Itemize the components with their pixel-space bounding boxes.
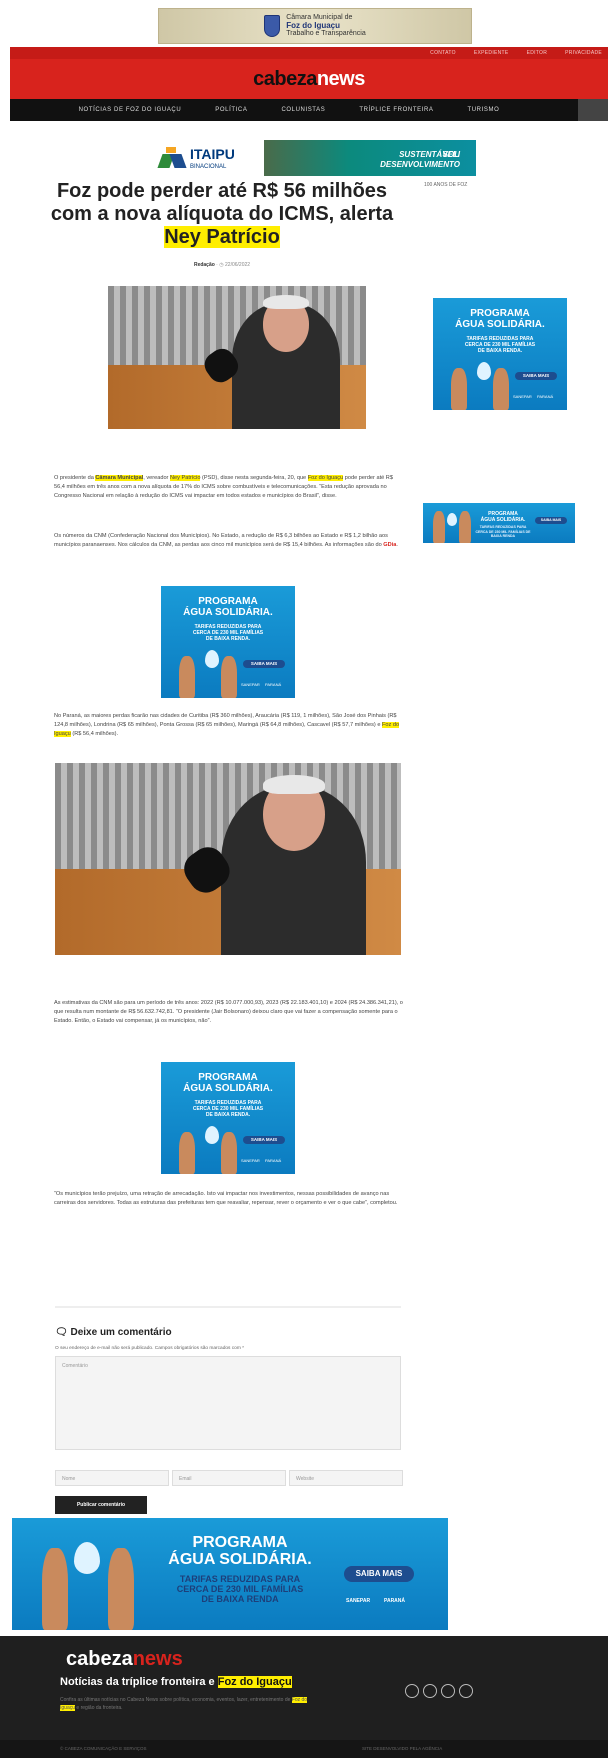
camara-banner-ad[interactable]: Câmara Municipal de Foz do Iguaçu Trabal… [158,8,472,44]
agua-cta[interactable]: SAIBA MAIS [243,1136,285,1144]
comments-note: O seu endereço de e-mail não será public… [55,1346,245,1351]
twitter-icon[interactable] [441,1684,455,1698]
youtube-icon[interactable] [459,1684,473,1698]
water-drop-icon [477,362,491,380]
water-drop-icon [447,513,457,526]
bottom-bar: © CABEZA COMUNICAÇÃO E SERVIÇOS SITE DES… [0,1740,608,1758]
util-link-editor[interactable]: EDITOR [527,50,548,56]
site-footer: cabezanews Notícias da tríplice fronteir… [0,1636,608,1740]
submit-comment-button[interactable]: Publicar comentário [55,1496,147,1514]
parana-logo: PARANÁ [265,682,282,687]
util-link-expediente[interactable]: EXPEDIENTE [474,50,509,56]
article-date: 22/06/2022 [225,262,251,268]
sanepar-logo: SANEPAR [513,394,532,399]
banner-line3: Trabalho e Transparência [286,30,366,37]
utility-links: CONTATO EXPEDIENTE EDITOR PRIVACIDADE [10,47,608,59]
nav-item-triplice[interactable]: TRÍPLICE FRONTEIRA [359,107,433,113]
sanepar-logo: SANEPAR [241,682,260,687]
agua-cta[interactable]: SAIBA MAIS [535,517,567,524]
article-photo-2 [55,763,401,955]
footer-title: Notícias da tríplice fronteira e Foz do … [60,1676,292,1688]
paragraph-5: “Os municípios terão prejuízo, uma retra… [54,1191,398,1206]
website-field[interactable]: Website [289,1470,403,1486]
inline-agua-ad-1[interactable]: PROGRAMA ÁGUA SOLIDÁRIA. TARIFAS REDUZIDA… [161,586,295,698]
itaipu-brand: ITAIPU [190,146,235,162]
inline-agua-ad-2[interactable]: PROGRAMA ÁGUA SOLIDÁRIA. TARIFAS REDUZIDA… [161,1062,295,1174]
p2-segment: Os números da CNM (Confederação Nacional… [54,533,388,548]
copyright: © CABEZA COMUNICAÇÃO E SERVIÇOS [60,1746,147,1751]
comments-title: 🗨 Deixe um comentário [55,1327,172,1338]
comment-icon: 🗨 [55,1327,68,1338]
footer-logo[interactable]: cabezanews [66,1648,183,1671]
util-link-contato[interactable]: CONTATO [430,50,456,56]
itaipu-slogan2: SUSTENTÁVEL. [399,150,460,159]
sidebar-agua-ad-wide[interactable]: PROGRAMA ÁGUA SOLIDÁRIA. TARIFAS REDUZIDA… [423,503,575,543]
name-field[interactable]: Nome [55,1470,169,1486]
nav-item-politica[interactable]: POLÍTICA [215,107,247,113]
parana-logo: PARANÁ [265,1158,282,1163]
footer-description: Confira as últimas notícias no Cabeza Ne… [60,1697,308,1711]
banner-line1: Câmara Municipal de [286,14,353,21]
article-author[interactable]: Redação [194,262,215,268]
clock-icon: ◷ [219,262,224,268]
util-link-privacidade[interactable]: PRIVACIDADE [565,50,602,56]
parana-logo: PARANÁ [384,1598,406,1604]
parana-logo: PARANÁ [537,394,554,399]
sanepar-logo: SANEPAR [241,1158,260,1163]
paragraph-4: As estimativas da CNM são para um períod… [54,1000,403,1024]
instagram-icon[interactable] [423,1684,437,1698]
agua-cta[interactable]: SAIBA MAIS [515,372,557,380]
bottom-agua-ad[interactable]: PROGRAMA ÁGUA SOLIDÁRIA. TARIFAS REDUZIDA… [12,1518,448,1630]
p1-segment[interactable]: Ney Patrício [169,475,201,481]
article-title: Foz pode perder até R$ 56 milhões com a … [50,180,394,248]
article-meta: Redação · ◷ 22/06/2022 [193,262,251,268]
itaipu-flag-icon [157,147,187,169]
paragraph-3: No Paraná, as maiores perdas ficarão nas… [54,712,404,739]
p1-segment: , vereador [143,475,170,481]
sidebar-agua-ad[interactable]: PROGRAMA ÁGUA SOLIDÁRIA. TARIFAS REDUZIDA… [433,298,567,410]
agua-cta[interactable]: SAIBA MAIS [344,1566,414,1582]
section-divider [55,1306,401,1308]
site-logo[interactable]: cabezanews [253,68,365,91]
p3-segment: (R$ 56,4 milhões). [70,731,119,737]
p1-segment[interactable]: Câmara Municipal [95,475,144,481]
paragraph-1: O presidente da Câmara Municipal, veread… [54,474,404,501]
article-photo-1 [108,286,366,429]
facebook-icon[interactable] [405,1684,419,1698]
p2-segment: . [396,542,398,548]
main-nav: NOTÍCIAS DE FOZ DO IGUAÇU POLÍTICA COLUN… [10,99,608,121]
p3-segment: No Paraná, as maiores perdas ficarão nas… [54,713,397,728]
sanepar-logo: SANEPAR [346,1598,371,1604]
comment-textarea[interactable]: Comentário [55,1356,401,1450]
water-drop-icon [205,1126,219,1144]
email-field[interactable]: Email [172,1470,286,1486]
logo-bar: cabezanews [10,59,608,99]
coat-of-arms-icon [264,15,281,37]
developer-credit[interactable]: SITE DESENVOLVIDO PELA AGÊNCIA [362,1746,442,1751]
p2-segment[interactable]: GDia [383,542,396,548]
paragraph-2: Os números da CNM (Confederação Nacional… [54,532,404,550]
p1-segment: (PSD), disse nesta segunda-feira, 20, qu… [200,475,308,481]
nav-item-foz[interactable]: NOTÍCIAS DE FOZ DO IGUAÇU [79,107,182,113]
itaipu-brand-sub: BINACIONAL [190,164,227,170]
p1-segment: O presidente da [54,475,96,481]
itaipu-ad[interactable]: ITAIPU BINACIONAL SOU DESENVOLVIMENTO SUS… [157,140,476,176]
nav-item-turismo[interactable]: TURISMO [467,107,499,113]
water-drop-icon [74,1542,100,1574]
breadcrumb[interactable]: 100 ANOS DE FOZ [424,182,467,188]
p1-segment[interactable]: Foz do Iguaçu [307,475,344,481]
nav-item-colunistas[interactable]: COLUNISTAS [281,107,325,113]
agua-cta[interactable]: SAIBA MAIS [243,660,285,668]
title-highlight: Ney Patrício [164,226,280,248]
water-drop-icon [205,650,219,668]
banner-line2: Foz do Iguaçu [286,21,341,30]
search-toggle[interactable] [578,99,608,121]
